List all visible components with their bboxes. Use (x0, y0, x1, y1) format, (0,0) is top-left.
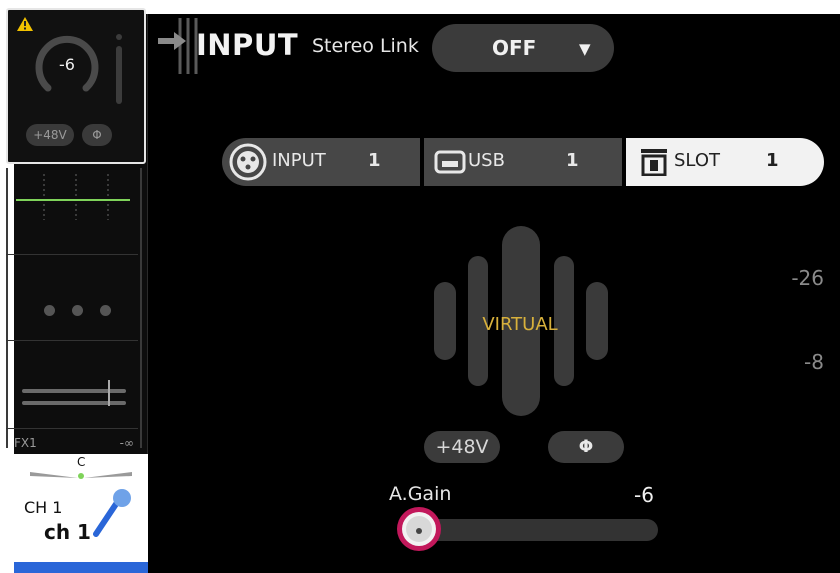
phase-invert-button[interactable]: Φ (548, 431, 624, 463)
source-input-label: INPUT (272, 150, 326, 171)
strip-separator (6, 254, 138, 255)
microphone-icon (93, 489, 131, 537)
input-source-selector: INPUT 1 USB 1 SLOT 1 (222, 138, 824, 186)
eq-curve-icon (16, 174, 130, 220)
source-usb-button[interactable]: USB 1 (424, 138, 622, 186)
strip-gain-section[interactable]: -6 +48V Φ (6, 8, 146, 164)
meter-peak (116, 34, 122, 40)
strip-fader-value: -8 (804, 350, 824, 374)
strip-gain-value: -6 (59, 55, 75, 74)
channel-id: CH 1 (24, 498, 63, 517)
channel-color-bar (14, 562, 148, 573)
virtual-input-graphic: VIRTUAL (432, 224, 608, 418)
gain-slider-handle[interactable] (395, 505, 443, 553)
strip-phantom-badge: +48V (26, 124, 74, 146)
usb-icon (434, 150, 466, 174)
phantom-power-button[interactable]: +48V (424, 431, 500, 463)
strip-fx-send[interactable]: FX1 -∞ (14, 436, 134, 452)
xlr-connector-icon (229, 143, 267, 181)
source-input-button[interactable]: INPUT 1 (222, 138, 420, 186)
strip-separator (6, 340, 138, 341)
fader-handle[interactable] (108, 380, 110, 406)
warning-icon (17, 17, 33, 31)
fader-track[interactable] (22, 401, 126, 405)
slot-card-icon (641, 149, 667, 176)
source-input-number: 1 (368, 150, 381, 171)
fx-label: FX1 (14, 436, 37, 450)
input-meter (116, 46, 122, 104)
channel-name: ch 1 (44, 520, 91, 544)
fx-value: -∞ (119, 436, 134, 450)
fader-track[interactable] (22, 389, 126, 393)
strip-phase-badge: Φ (82, 124, 112, 146)
gain-slider-track[interactable] (420, 519, 658, 541)
gain-label: A.Gain (389, 483, 452, 505)
dynamics-dot (72, 305, 83, 316)
page-title: INPUT (196, 28, 299, 62)
source-usb-label: USB (468, 150, 505, 171)
strip-channel-name[interactable]: CH 1 ch 1 (14, 482, 148, 562)
gain-value: -6 (634, 483, 654, 507)
source-slot-label: SLOT (674, 150, 720, 171)
strip-gain-knob[interactable]: -6 (34, 32, 100, 98)
dynamics-dot (44, 305, 55, 316)
virtual-label: VIRTUAL (482, 314, 558, 335)
stereo-link-dropdown[interactable]: OFF ▼ (432, 24, 614, 72)
stereo-link-value: OFF (492, 36, 537, 60)
dynamics-dot (100, 305, 111, 316)
strip-pan[interactable]: C (14, 454, 148, 482)
chevron-down-icon: ▼ (579, 40, 591, 58)
source-slot-number: 1 (766, 150, 779, 171)
pan-label: C (77, 455, 86, 469)
strip-dynamics-value: -26 (791, 266, 824, 290)
stereo-link-label: Stereo Link (312, 35, 419, 57)
source-usb-number: 1 (566, 150, 579, 171)
strip-eq-display[interactable] (14, 172, 132, 222)
strip-separator (6, 428, 138, 429)
source-slot-button[interactable]: SLOT 1 (626, 138, 824, 186)
